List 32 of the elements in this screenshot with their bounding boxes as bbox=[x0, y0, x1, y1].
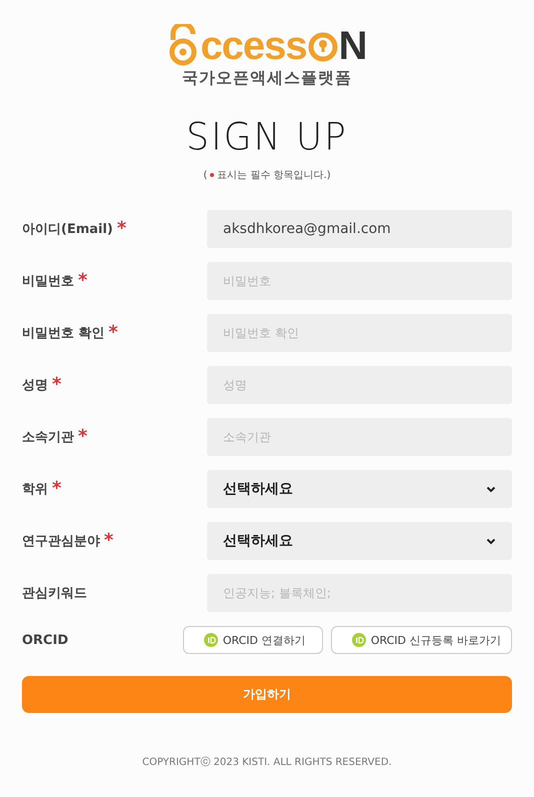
input-field[interactable]: 소속기관 bbox=[207, 418, 512, 456]
open-lock-icon bbox=[167, 24, 200, 66]
logo-subtitle: 국가오픈액세스플랫폼 bbox=[182, 68, 352, 89]
required-notice: 표시는 필수 항목입니다.) bbox=[217, 169, 331, 182]
select-dropdown[interactable]: 선택하세요 bbox=[207, 522, 512, 560]
field-label: 비밀번호 확인 bbox=[22, 325, 105, 342]
page-title: SIGN UP bbox=[186, 116, 348, 160]
input-field[interactable]: 비밀번호 확인 bbox=[207, 314, 512, 352]
field-label: 학위 bbox=[22, 481, 48, 498]
logo-text: N bbox=[338, 26, 367, 66]
input-field[interactable]: 비밀번호 bbox=[207, 262, 512, 300]
field-label: 소속기관 bbox=[22, 429, 74, 446]
input-field[interactable]: aksdhkorea@gmail.com bbox=[207, 210, 512, 248]
chevron-down-icon bbox=[486, 538, 496, 544]
notice-bracket: ( bbox=[203, 170, 208, 180]
field-label: 아이디(Email) bbox=[22, 221, 113, 238]
select-dropdown[interactable]: 선택하세요 bbox=[207, 470, 512, 508]
copyright-text: COPYRIGHTⓒ 2023 KISTI. ALL RIGHTS RESERVED. bbox=[142, 756, 392, 769]
orcid-icon bbox=[352, 633, 366, 647]
input-field[interactable]: 성명 bbox=[207, 366, 512, 404]
orcid-icon bbox=[204, 633, 218, 647]
field-label: 관심키워드 bbox=[22, 585, 87, 602]
orcid-button[interactable]: ORCID 신규등록 바로가기 bbox=[330, 626, 512, 654]
field-label: 비밀번호 bbox=[22, 273, 74, 290]
input-field[interactable]: 인공지능; 블록체인; bbox=[207, 574, 512, 612]
field-label: 연구관심분야 bbox=[22, 533, 100, 550]
chevron-down-icon bbox=[486, 486, 496, 492]
required-dot-icon bbox=[210, 173, 214, 177]
field-label: 성명 bbox=[22, 377, 48, 394]
logo-text: ccess bbox=[200, 26, 307, 66]
orcid-button[interactable]: ORCID 연결하기 bbox=[182, 626, 323, 654]
field-label: ORCID bbox=[22, 632, 68, 648]
